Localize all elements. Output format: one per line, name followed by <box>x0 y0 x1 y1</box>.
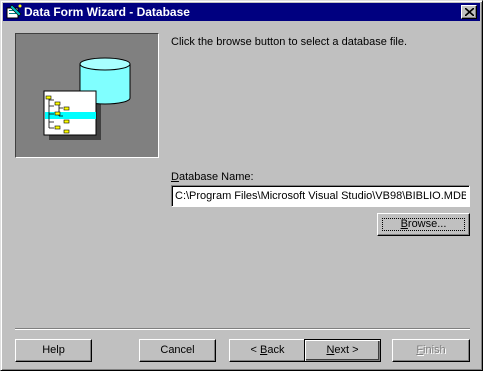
browse-button[interactable]: Browse... <box>377 213 470 236</box>
help-button-label: Help <box>42 344 65 356</box>
finish-button[interactable]: Finish <box>392 339 470 362</box>
back-button[interactable]: < Back <box>229 339 306 362</box>
database-name-label-text: atabase Name: <box>178 171 254 183</box>
title-bar[interactable]: Data Form Wizard - Database <box>3 3 480 21</box>
next-button[interactable]: Next > <box>304 339 381 362</box>
close-icon <box>465 8 474 16</box>
database-tree-illustration <box>43 57 131 140</box>
database-name-label: Database Name: <box>171 171 254 183</box>
wizard-window: Data Form Wizard - Database Click the br… <box>0 0 483 371</box>
finish-button-label: inish <box>423 344 446 356</box>
wizard-icon <box>6 4 22 19</box>
back-button-label: ack <box>267 344 285 356</box>
database-name-input[interactable] <box>171 185 470 207</box>
back-button-prefix: < <box>250 344 260 356</box>
browse-button-mnemonic: B <box>400 218 408 230</box>
database-illustration <box>15 33 159 158</box>
instruction-text: Click the browse button to select a data… <box>171 36 408 48</box>
database-name-label-mnemonic: D <box>171 171 179 183</box>
cancel-button-label: Cancel <box>160 344 195 356</box>
browse-button-label: rowse... <box>407 218 447 230</box>
next-button-label: ext > <box>334 344 359 356</box>
help-button[interactable]: Help <box>15 339 92 362</box>
footer-separator <box>15 328 470 330</box>
cancel-button[interactable]: Cancel <box>139 339 216 362</box>
window-title: Data Form Wizard - Database <box>24 5 190 19</box>
close-button[interactable] <box>461 5 477 19</box>
